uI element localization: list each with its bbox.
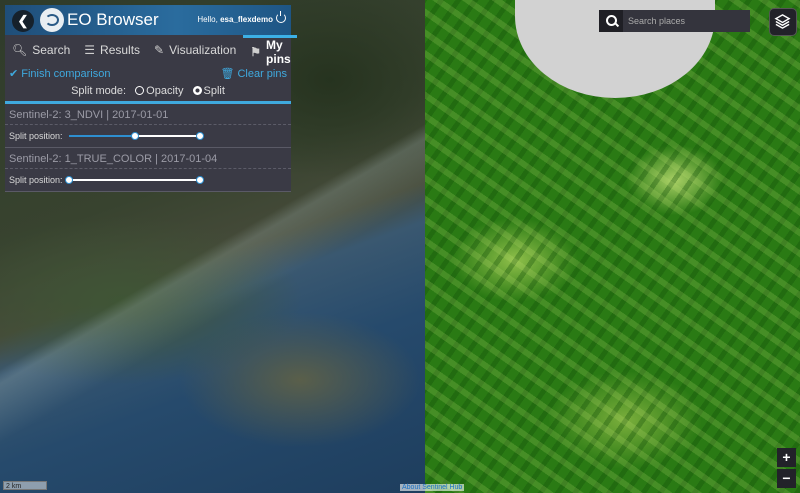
attribution-link[interactable]: About Sentinel Hub (400, 484, 465, 491)
logout-power-icon[interactable] (276, 11, 286, 23)
split-position-slider[interactable] (65, 176, 204, 184)
check-circle-icon: ✔ (9, 67, 19, 80)
search-places-input[interactable] (623, 15, 740, 27)
comparison-actions: ✔ Finish comparison 🗑︎ Clear pins (5, 65, 291, 81)
zoom-out-button[interactable]: − (777, 469, 796, 488)
tab-search[interactable]: 🔍︎ Search (5, 35, 77, 65)
pin-item: Sentinel-2: 3_NDVI | 2017-01-01 Split po… (5, 104, 291, 148)
pin-title[interactable]: Sentinel-2: 3_NDVI | 2017-01-01 (5, 104, 291, 125)
brush-icon: ✎ (154, 43, 165, 57)
opacity-radio[interactable] (135, 86, 145, 95)
slider-handle-end[interactable] (196, 176, 204, 184)
username: esa_flexdemo (220, 15, 273, 24)
search-places-bar (599, 10, 750, 32)
main-tabs: 🔍︎ Search ☰ Results ✎ Visualization ⚑ My pin… (5, 35, 297, 66)
slider-handle-start[interactable] (130, 132, 139, 140)
pin-title[interactable]: Sentinel-2: 1_TRUE_COLOR | 2017-01-04 (5, 148, 291, 169)
tab-my-pins[interactable]: ⚑ My pins (243, 35, 297, 66)
user-greeting: Hello, esa_flexdemo (197, 15, 273, 24)
pin-icon: ⚑ (250, 44, 262, 59)
slider-handle-end[interactable] (196, 132, 204, 140)
scale-bar: 2 km (3, 481, 47, 490)
finish-comparison-button[interactable]: ✔ Finish comparison (9, 67, 110, 80)
tab-results[interactable]: ☰ Results (77, 35, 147, 65)
split-position-row: Split position: (5, 125, 291, 147)
split-position-slider[interactable] (69, 132, 204, 140)
layers-button[interactable] (769, 8, 797, 36)
split-mode-selector: Split mode: Opacity Split (71, 85, 225, 97)
split-radio[interactable] (192, 86, 202, 95)
split-position-row: Split position: (5, 169, 291, 191)
sidebar-panel: ❮ EO Browser Hello, esa_flexdemo 🔍︎ Searc… (5, 5, 297, 192)
sliders-icon: ☰ (84, 43, 96, 57)
tab-visualization[interactable]: ✎ Visualization (147, 35, 243, 65)
pins-panel-body: ✔ Finish comparison 🗑︎ Clear pins Split mo… (5, 65, 291, 192)
search-button[interactable] (599, 10, 623, 32)
layers-icon (774, 14, 791, 29)
magnifier-icon (606, 15, 617, 26)
zoom-controls: + − (777, 448, 796, 490)
collapse-button[interactable]: ❮ (12, 10, 34, 32)
search-icon: 🔍︎ (12, 43, 28, 57)
pin-item: Sentinel-2: 1_TRUE_COLOR | 2017-01-04 Sp… (5, 148, 291, 192)
app-header: ❮ EO Browser Hello, esa_flexdemo (5, 5, 291, 35)
zoom-in-button[interactable]: + (777, 448, 796, 467)
clear-pins-button[interactable]: 🗑︎ Clear pins (221, 67, 288, 80)
trash-icon: 🗑︎ (220, 67, 235, 80)
slider-handle-start[interactable] (65, 176, 73, 184)
app-title: EO Browser (67, 10, 159, 29)
eo-logo-icon (40, 8, 64, 32)
